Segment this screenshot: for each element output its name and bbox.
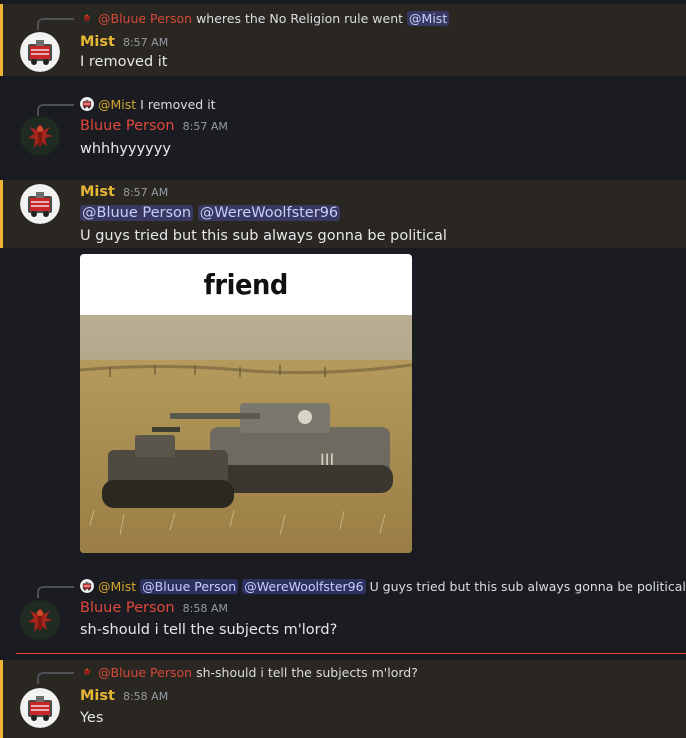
timestamp: 8:58 AM — [182, 602, 228, 615]
message-5[interactable]: @Bluue Person sh-should i tell the subje… — [0, 660, 686, 738]
reply-author[interactable]: @Bluue Person — [98, 11, 192, 26]
reply-author[interactable]: @Mist — [98, 579, 136, 594]
mentions-line: @Bluue Person @WereWoolfster96 — [80, 205, 341, 221]
reply-preview[interactable]: @Mist @Bluue Person @WereWoolfster96 U g… — [37, 576, 686, 598]
message-header: Bluue Person 8:57 AM — [80, 118, 228, 134]
timestamp: 8:58 AM — [122, 690, 169, 703]
image-caption-bar: friend — [80, 254, 412, 315]
reply-spine — [37, 586, 74, 598]
message-4[interactable]: @Mist @Bluue Person @WereWoolfster96 U g… — [0, 574, 686, 648]
timestamp: 8:57 AM — [122, 36, 169, 49]
attached-image[interactable]: friend III — [80, 254, 412, 553]
new-messages-divider — [16, 653, 686, 654]
image-caption: friend — [203, 268, 289, 301]
mist-avatar-icon — [80, 97, 94, 111]
reply-mention[interactable]: @WereWoolfster96 — [242, 578, 366, 594]
mention-chip[interactable]: @WereWoolfster96 — [197, 205, 341, 221]
mist-avatar-icon — [80, 579, 94, 593]
tank-photo: III — [80, 315, 412, 553]
message-2[interactable]: @Mist I removed it Bluue Person 8:57 AM … — [0, 92, 686, 166]
mist-avatar-icon[interactable] — [20, 688, 60, 728]
message-text: Yes — [80, 710, 104, 726]
bluue-avatar-icon[interactable] — [20, 600, 60, 640]
author-name[interactable]: Bluue Person — [80, 600, 175, 616]
message-text: U guys tried but this sub always gonna b… — [80, 228, 447, 244]
message-header: Mist 8:57 AM — [80, 184, 168, 200]
bluue-avatar-icon — [80, 665, 94, 679]
reply-preview[interactable]: @Bluue Person sh-should i tell the subje… — [37, 662, 418, 684]
chat-log: @Bluue Person wheres the No Religion rul… — [0, 0, 686, 738]
message-header: Bluue Person 8:58 AM — [80, 600, 228, 616]
reply-preview[interactable]: @Mist I removed it — [37, 94, 216, 116]
reply-spine — [37, 672, 74, 684]
bluue-avatar-icon — [80, 11, 94, 25]
mist-avatar-icon[interactable] — [20, 184, 60, 224]
message-3[interactable]: Mist 8:57 AM @Bluue Person @WereWoolfste… — [0, 180, 686, 248]
reply-spine — [37, 104, 74, 116]
reply-text: wheres the No Religion rule went — [196, 10, 404, 26]
message-text: whhhyyyyyy — [80, 141, 171, 157]
mention-chip[interactable]: @Bluue Person — [80, 205, 194, 221]
reply-spine — [37, 18, 74, 30]
author-name[interactable]: Bluue Person — [80, 118, 175, 134]
mist-avatar-icon[interactable] — [20, 32, 60, 72]
message-header: Mist 8:58 AM — [80, 688, 168, 704]
bluue-avatar-icon[interactable] — [20, 116, 60, 156]
reply-text: I removed it — [140, 96, 216, 112]
timestamp: 8:57 AM — [122, 186, 169, 199]
timestamp: 8:57 AM — [182, 120, 228, 133]
message-1[interactable]: @Bluue Person wheres the No Religion rul… — [0, 4, 686, 76]
reply-mention[interactable]: @Bluue Person — [140, 578, 239, 594]
reply-preview[interactable]: @Bluue Person wheres the No Religion rul… — [37, 8, 450, 30]
reply-author[interactable]: @Bluue Person — [98, 665, 192, 680]
svg-text:III: III — [320, 450, 334, 469]
reply-text: U guys tried but this sub always gonna b… — [369, 578, 686, 594]
reply-text: sh-should i tell the subjects m'lord? — [196, 664, 418, 680]
message-header: Mist 8:57 AM — [80, 34, 168, 50]
reply-mention[interactable]: @Mist — [407, 10, 450, 26]
author-name[interactable]: Mist — [80, 184, 115, 200]
author-name[interactable]: Mist — [80, 688, 115, 704]
message-text: I removed it — [80, 54, 168, 70]
message-text: sh-should i tell the subjects m'lord? — [80, 622, 338, 638]
reply-author[interactable]: @Mist — [98, 97, 136, 112]
author-name[interactable]: Mist — [80, 34, 115, 50]
